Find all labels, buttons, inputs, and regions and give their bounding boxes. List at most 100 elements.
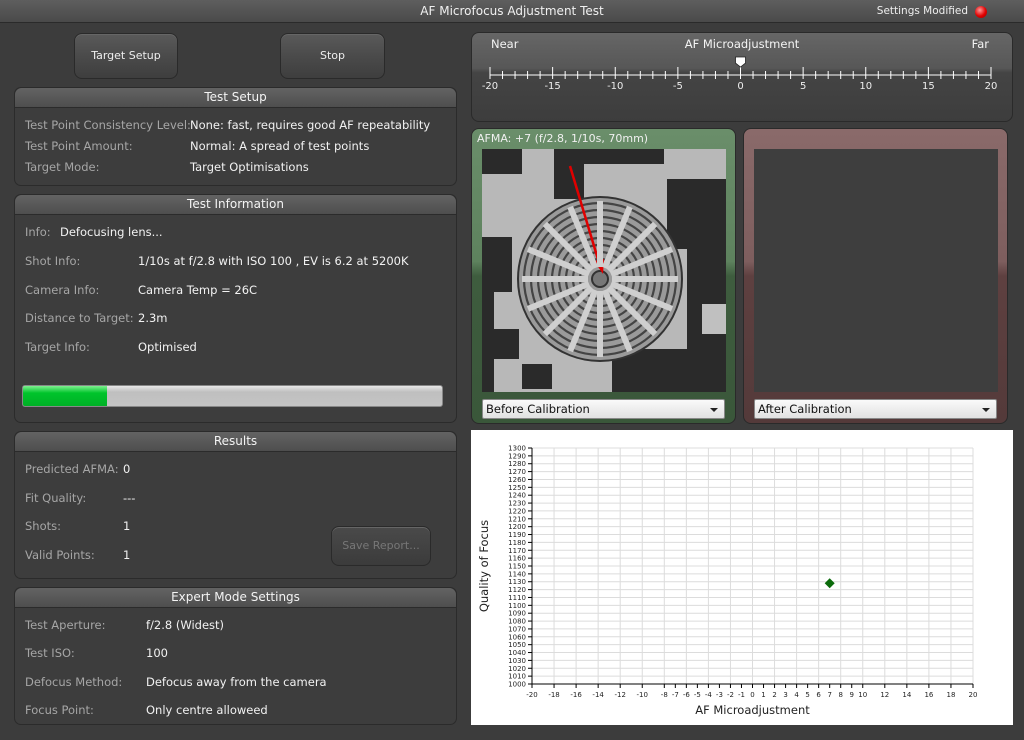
x-tick-label: -14 xyxy=(592,691,604,699)
progress-fill xyxy=(23,386,107,406)
select-value: Before Calibration xyxy=(486,402,590,416)
y-tick-label: 1260 xyxy=(508,476,526,484)
afma-scale-ruler[interactable]: -20 -15 -10 -5 0 5 10 15 20 xyxy=(472,33,1014,123)
y-tick-label: 1190 xyxy=(508,531,526,539)
x-tick-label: 20 xyxy=(969,691,978,699)
test-iso-value: 100 xyxy=(146,646,168,660)
amount-value: Normal: A spread of test points xyxy=(190,139,370,153)
test-aperture-value: f/2.8 (Widest) xyxy=(146,618,225,632)
after-calibration-select[interactable]: After Calibration xyxy=(754,399,997,419)
shots-value: 1 xyxy=(123,519,131,533)
y-tick-label: 1170 xyxy=(508,547,526,555)
stop-button[interactable]: Stop xyxy=(280,33,385,79)
y-tick-label: 1230 xyxy=(508,500,526,508)
y-tick-label: 1270 xyxy=(508,468,526,476)
y-tick-label: 1050 xyxy=(508,641,526,649)
consistency-label: Test Point Consistency Level: xyxy=(25,118,191,132)
dropdown-arrow-icon xyxy=(710,408,718,412)
save-report-button[interactable]: Save Report... xyxy=(331,526,431,566)
valid-points-value: 1 xyxy=(123,548,131,562)
y-tick-label: 1040 xyxy=(508,649,526,657)
expert-mode-panel: Expert Mode Settings Test Aperture: f/2.… xyxy=(14,587,457,725)
x-tick-label: 4 xyxy=(794,691,799,699)
x-tick-label: -10 xyxy=(637,691,648,699)
before-calibration-select[interactable]: Before Calibration xyxy=(482,399,725,419)
scale-tick-label: -20 xyxy=(482,81,498,92)
y-tick-label: 1150 xyxy=(508,563,526,571)
settings-modified-label: Settings Modified xyxy=(876,5,968,17)
y-tick-label: 1210 xyxy=(508,515,526,523)
target-mode-value: Target Optimisations xyxy=(190,160,309,174)
x-tick-label: -1 xyxy=(738,691,745,699)
y-tick-label: 1200 xyxy=(508,523,526,531)
target-setup-button[interactable]: Target Setup xyxy=(74,33,178,79)
consistency-value: None: fast, requires good AF repeatabili… xyxy=(190,118,431,132)
y-tick-label: 1240 xyxy=(508,492,526,500)
afma-caption: AFMA: +7 (f/2.8, 1/10s, 70mm) xyxy=(477,132,649,145)
select-value: After Calibration xyxy=(758,402,852,416)
shots-label: Shots: xyxy=(25,519,61,533)
x-tick-label: 18 xyxy=(946,691,955,699)
y-tick-label: 1030 xyxy=(508,657,526,665)
x-tick-label: 10 xyxy=(858,691,867,699)
x-tick-label: -18 xyxy=(548,691,559,699)
x-tick-label: 0 xyxy=(750,691,754,699)
info-value: Defocusing lens... xyxy=(60,225,163,239)
x-tick-label: 1 xyxy=(761,691,765,699)
x-tick-label: 5 xyxy=(805,691,809,699)
data-point xyxy=(824,578,835,589)
x-tick-label: -20 xyxy=(526,691,537,699)
x-tick-label: -6 xyxy=(683,691,691,699)
afma-scale-panel: Near AF Microadjustment Far -20 -15 -10 -5 0… xyxy=(471,32,1013,122)
y-tick-label: 1020 xyxy=(508,665,526,673)
fit-quality-label: Fit Quality: xyxy=(25,491,87,505)
x-tick-label: 2 xyxy=(772,691,776,699)
panel-title: Expert Mode Settings xyxy=(15,588,456,608)
x-tick-label: 12 xyxy=(880,691,889,699)
y-tick-label: 1290 xyxy=(508,452,526,460)
focus-point-label: Focus Point: xyxy=(25,703,94,717)
target-info-label: Target Info: xyxy=(25,340,90,354)
afma-slider-handle[interactable] xyxy=(735,56,746,68)
y-tick-label: 1070 xyxy=(508,625,526,633)
distance-value: 2.3m xyxy=(138,311,168,325)
x-tick-label: -16 xyxy=(570,691,582,699)
x-tick-label: 9 xyxy=(849,691,853,699)
x-tick-label: -2 xyxy=(727,691,734,699)
y-tick-label: 1090 xyxy=(508,610,526,618)
x-tick-label: 16 xyxy=(924,691,933,699)
scale-tick-label: -10 xyxy=(607,81,623,92)
panel-title: Results xyxy=(15,432,456,452)
predicted-afma-label: Predicted AFMA: xyxy=(25,462,119,476)
target-info-value: Optimised xyxy=(138,340,197,354)
title-bar: AF Microfocus Adjustment Test Settings M… xyxy=(0,0,1024,23)
after-calibration-panel: After Calibration xyxy=(743,128,1008,424)
x-tick-label: -7 xyxy=(672,691,679,699)
y-tick-label: 1010 xyxy=(508,673,526,681)
x-tick-label: -4 xyxy=(705,691,713,699)
chart-svg: 100010101020103010401050 10 6 0 107010801090… xyxy=(477,445,978,718)
scale-tick-label: 20 xyxy=(985,81,998,92)
y-tick-label: 1280 xyxy=(508,460,526,468)
target-mode-label: Target Mode: xyxy=(25,160,100,174)
panel-title: Test Information xyxy=(15,195,456,215)
x-tick-label: -12 xyxy=(614,691,625,699)
scale-tick-label: 15 xyxy=(922,81,935,92)
y-tick-label: 1250 xyxy=(508,484,526,492)
info-label: Info: xyxy=(25,225,51,239)
x-axis-label: AF Microadjustment xyxy=(695,703,810,717)
y-tick-label: 1110 xyxy=(508,594,526,602)
y-tick-label: 1000 xyxy=(508,681,526,689)
predicted-afma-value: 0 xyxy=(123,462,131,476)
y-tick-label: 1180 xyxy=(508,539,526,547)
x-tick-label: 7 xyxy=(827,691,831,699)
test-aperture-label: Test Aperture: xyxy=(25,618,106,632)
focus-quality-chart: 1000 1010 1020 1030 1040 1050 10 6 0 1070 1080 1090… xyxy=(471,430,1013,725)
x-tick-label: 6 xyxy=(816,691,821,699)
scale-tick-label: 10 xyxy=(859,81,872,92)
test-iso-label: Test ISO: xyxy=(25,646,75,660)
window-title: AF Microfocus Adjustment Test xyxy=(420,4,604,18)
shot-info-label: Shot Info: xyxy=(25,254,81,268)
y-tick-label: 1080 xyxy=(508,618,526,626)
x-tick-label: 14 xyxy=(902,691,911,699)
